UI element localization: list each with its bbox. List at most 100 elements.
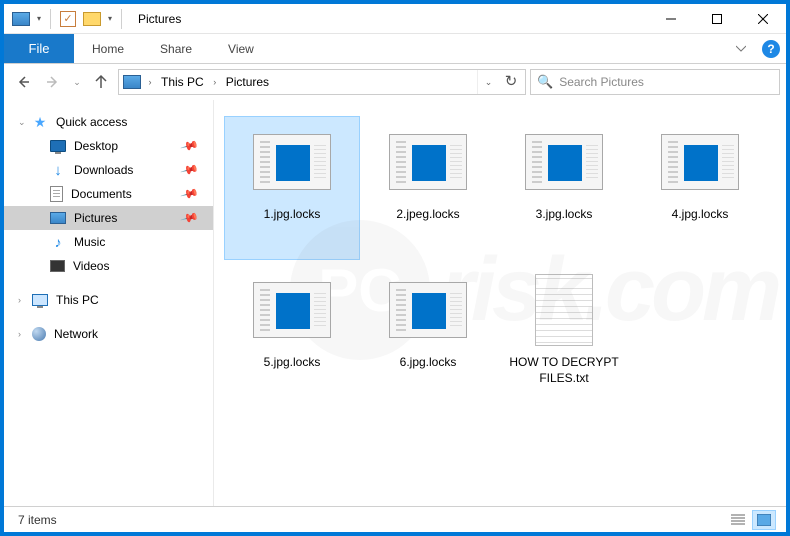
forward-button[interactable] (40, 69, 66, 95)
qat-menu-arrow-icon[interactable]: ▾ (34, 14, 44, 23)
file-item[interactable]: 4.jpg.locks (632, 116, 768, 260)
file-list[interactable]: PCrisk.com 1.jpg.locks2.jpeg.locks3.jpg.… (214, 100, 786, 506)
file-tab[interactable]: File (4, 34, 74, 63)
chevron-right-icon[interactable]: › (208, 77, 222, 87)
file-thumbnail (380, 271, 476, 349)
tab-view[interactable]: View (210, 34, 272, 63)
expand-ribbon-button[interactable] (726, 34, 756, 63)
text-file-icon (535, 274, 593, 346)
file-thumbnail (244, 271, 340, 349)
window-controls (648, 4, 786, 34)
desktop-icon (50, 140, 66, 152)
address-bar-row: ⌄ › This PC › Pictures ⌄ ↻ 🔍 (4, 64, 786, 100)
music-icon: ♪ (50, 234, 66, 250)
file-thumbnail-icon (661, 134, 739, 190)
address-bar[interactable]: › This PC › Pictures ⌄ ↻ (118, 69, 526, 95)
tree-label: This PC (56, 293, 99, 307)
tree-quick-access[interactable]: ⌄ ★ Quick access (4, 110, 213, 134)
navigation-pane[interactable]: ⌄ ★ Quick access Desktop📌↓Downloads📌Docu… (4, 100, 214, 506)
file-item[interactable]: 2.jpeg.locks (360, 116, 496, 260)
pin-icon: 📌 (180, 136, 200, 156)
file-thumbnail (652, 123, 748, 201)
maximize-button[interactable] (694, 4, 740, 34)
file-name: HOW TO DECRYPT FILES.txt (504, 355, 624, 386)
file-thumbnail-icon (253, 282, 331, 338)
this-pc-icon (32, 294, 48, 306)
file-name: 3.jpg.locks (534, 207, 595, 223)
tree-label: Downloads (74, 163, 133, 177)
search-icon: 🔍 (537, 74, 553, 90)
up-button[interactable] (88, 69, 114, 95)
tree-label: Network (54, 327, 98, 341)
back-button[interactable] (10, 69, 36, 95)
tab-home[interactable]: Home (74, 34, 142, 63)
file-thumbnail (516, 123, 612, 201)
explorer-window: ▾ ✓ ▾ Pictures File Home Share View ? ⌄ (0, 0, 790, 536)
tree-item-videos[interactable]: Videos (4, 254, 213, 278)
tree-label: Desktop (74, 139, 118, 153)
location-icon (123, 75, 141, 89)
tree-label: Pictures (74, 211, 117, 225)
tree-item-pictures[interactable]: Pictures 📌 (4, 206, 213, 230)
file-thumbnail (516, 271, 612, 349)
address-dropdown-button[interactable]: ⌄ (477, 70, 499, 94)
tab-share[interactable]: Share (142, 34, 210, 63)
pictures-icon (50, 212, 66, 224)
tree-item-downloads[interactable]: ↓Downloads📌 (4, 158, 213, 182)
file-item[interactable]: 3.jpg.locks (496, 116, 632, 260)
file-thumbnail-icon (389, 282, 467, 338)
search-input[interactable] (559, 75, 773, 89)
details-view-button[interactable] (726, 510, 750, 530)
ribbon: File Home Share View ? (4, 34, 786, 64)
quick-access-toolbar: ▾ ✓ ▾ (4, 8, 132, 30)
tree-label: Documents (71, 187, 132, 201)
status-bar: 7 items (4, 506, 786, 532)
tree-network[interactable]: › Network (4, 322, 213, 346)
tree-item-desktop[interactable]: Desktop 📌 (4, 134, 213, 158)
file-name: 4.jpg.locks (670, 207, 731, 223)
breadcrumb-this-pc[interactable]: This PC (157, 71, 208, 93)
separator (50, 9, 51, 29)
tree-this-pc[interactable]: › This PC (4, 288, 213, 312)
chevron-right-icon[interactable]: › (143, 77, 157, 87)
file-item[interactable]: 5.jpg.locks (224, 264, 360, 408)
app-icon[interactable] (10, 8, 32, 30)
file-item[interactable]: 1.jpg.locks (224, 116, 360, 260)
help-button[interactable]: ? (756, 34, 786, 63)
tree-item-documents[interactable]: Documents 📌 (4, 182, 213, 206)
file-thumbnail-icon (525, 134, 603, 190)
qat-customize-arrow-icon[interactable]: ▾ (105, 14, 115, 23)
close-button[interactable] (740, 4, 786, 34)
star-icon: ★ (32, 114, 48, 130)
status-text: 7 items (14, 513, 724, 527)
chevron-right-icon[interactable]: › (18, 295, 21, 305)
chevron-down-icon[interactable]: ⌄ (18, 117, 26, 128)
file-item[interactable]: HOW TO DECRYPT FILES.txt (496, 264, 632, 408)
videos-icon (50, 260, 65, 272)
titlebar: ▾ ✓ ▾ Pictures (4, 4, 786, 34)
search-box[interactable]: 🔍 (530, 69, 780, 95)
file-item[interactable]: 6.jpg.locks (360, 264, 496, 408)
chevron-right-icon[interactable]: › (18, 329, 21, 339)
file-name: 6.jpg.locks (398, 355, 459, 371)
body: ⌄ ★ Quick access Desktop📌↓Downloads📌Docu… (4, 100, 786, 506)
tree-label: Music (74, 235, 105, 249)
refresh-button[interactable]: ↻ (499, 70, 523, 94)
file-name: 5.jpg.locks (262, 355, 323, 371)
tree-label: Quick access (56, 115, 127, 129)
breadcrumb-pictures[interactable]: Pictures (222, 71, 273, 93)
tree-item-music[interactable]: ♪ Music (4, 230, 213, 254)
pin-icon: 📌 (180, 184, 200, 204)
documents-icon (50, 186, 63, 202)
properties-button[interactable]: ✓ (57, 8, 79, 30)
downloads-icon: ↓ (50, 162, 66, 178)
new-folder-button[interactable] (81, 8, 103, 30)
recent-locations-button[interactable]: ⌄ (70, 69, 84, 95)
thumbnails-view-button[interactable] (752, 510, 776, 530)
minimize-button[interactable] (648, 4, 694, 34)
pin-icon: 📌 (180, 208, 200, 228)
file-name: 2.jpeg.locks (394, 207, 461, 223)
file-thumbnail-icon (253, 134, 331, 190)
file-thumbnail-icon (389, 134, 467, 190)
network-icon (32, 327, 46, 341)
